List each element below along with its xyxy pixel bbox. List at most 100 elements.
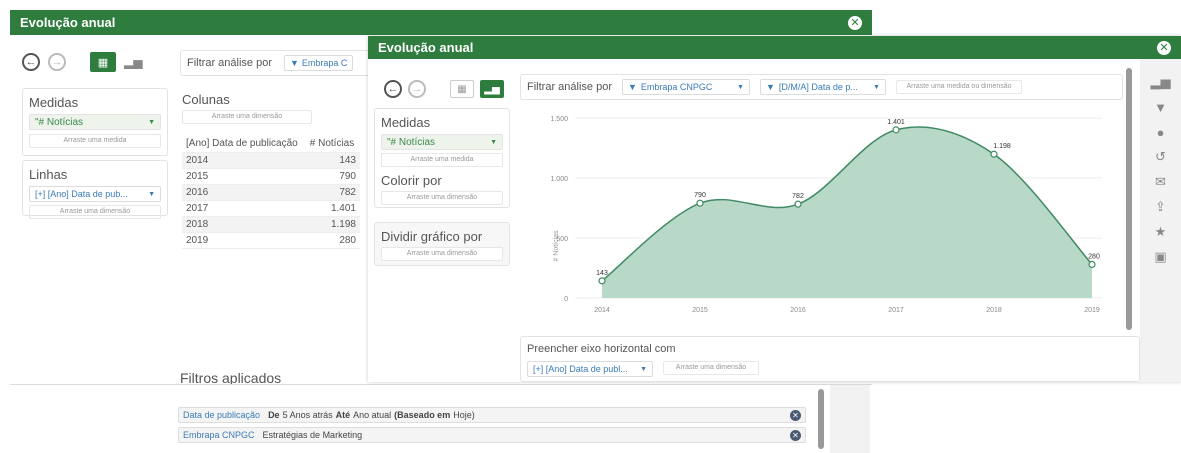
preencher-pill[interactable]: [+] [Ano] Data de publ... ▼ <box>527 361 653 377</box>
chart-view-icon[interactable]: ▂▅ <box>124 55 142 69</box>
remove-filter-icon[interactable]: ✕ <box>790 409 801 421</box>
chart-y-axis-label: # Notícias <box>553 230 560 262</box>
chart-data-label: 1.198 <box>993 143 1011 150</box>
chevron-down-icon: ▼ <box>640 365 647 373</box>
chart-data-label: 1.401 <box>887 119 905 126</box>
table-row: 2014 143 <box>182 152 360 169</box>
chevron-down-icon: ▼ <box>148 190 155 198</box>
table-cell: 143 <box>305 152 360 169</box>
front-colorir-title: Colorir por <box>381 173 442 188</box>
back-toolbar: ← → ▦ ▂▅ <box>22 52 142 72</box>
applied-filter-row[interactable]: Embrapa CNPGC Estratégias de Marketing ✕ <box>178 427 806 443</box>
table-cell: 2014 <box>182 152 306 169</box>
front-window-close-icon[interactable]: ✕ <box>1157 40 1171 55</box>
app-root: Evolução anual ✕ ← → ▦ ▂▅ Filtrar anális… <box>0 0 1181 453</box>
chart-y-tick-label: 1.500 <box>550 116 568 123</box>
back-colunas-drop[interactable]: Arraste uma dimensão <box>182 110 312 124</box>
chevron-down-icon: ▼ <box>873 83 880 91</box>
table-row: 2018 1.198 <box>182 216 360 233</box>
back-window-close-icon[interactable]: ✕ <box>848 15 862 30</box>
front-filter-drop[interactable]: Arraste uma medida ou dimensão <box>895 80 1022 94</box>
back-arrow-icon[interactable]: ← <box>384 80 402 98</box>
front-medidas-title: Medidas <box>381 115 431 130</box>
star-icon[interactable]: ★ <box>1150 221 1172 243</box>
chart-view-icon[interactable]: ▂▅ <box>480 80 504 98</box>
table-cell: 790 <box>305 168 360 185</box>
table-header-row: [Ano] Data de publicação # Notícias <box>182 136 360 153</box>
table-header-cell[interactable]: # Notícias <box>305 136 360 153</box>
info-icon[interactable]: ● <box>1150 121 1172 143</box>
chart-data-point[interactable] <box>990 150 998 158</box>
front-window-titlebar: Evolução anual ✕ <box>368 36 1181 59</box>
front-medidas-pill[interactable]: "# Notícias ▼ <box>381 134 503 150</box>
chart-type-icon[interactable]: ▂▅ <box>1150 71 1172 93</box>
front-colorir-drop[interactable]: Arraste uma dimensão <box>381 191 503 205</box>
undo-icon[interactable]: ↺ <box>1150 146 1172 168</box>
table-row: 2016 782 <box>182 184 360 201</box>
back-linhas-panel: Linhas [+] [Ano] Data de pub... ▼ Arrast… <box>22 160 168 219</box>
table-view-icon[interactable]: ▦ <box>90 52 116 72</box>
front-window-title: Evolução anual <box>378 40 474 55</box>
table-cell: 2016 <box>182 184 306 201</box>
area-chart: # Notícias 0 500 1.000 1.500 2014 2015 2016 20… <box>550 116 1102 314</box>
forward-arrow-icon[interactable]: → <box>48 53 66 71</box>
filter-icon[interactable]: ▼ <box>1150 96 1172 118</box>
front-filter-pill-1[interactable]: ▼ Embrapa CNPGC ▼ <box>621 79 750 95</box>
back-linhas-pill[interactable]: [+] [Ano] Data de pub... ▼ <box>29 186 161 202</box>
funnel-icon: ▼ <box>627 82 637 92</box>
forward-arrow-icon[interactable]: → <box>408 80 426 98</box>
back-filter-label: Filtrar análise por <box>187 57 272 69</box>
back-colunas-area: Colunas Arraste uma dimensão <box>182 92 372 124</box>
table-header-cell[interactable]: [Ano] Data de publicação <box>182 136 306 153</box>
back-arrow-icon[interactable]: ← <box>22 53 40 71</box>
chart-x-tick-label: 2014 <box>594 307 610 314</box>
front-filter-label: Filtrar análise por <box>527 81 612 93</box>
remove-filter-icon[interactable]: ✕ <box>790 429 801 441</box>
back-medidas-drop[interactable]: Arraste uma medida <box>29 134 161 148</box>
chart-data-label: 280 <box>1088 253 1100 260</box>
chart-data-point[interactable] <box>598 277 606 285</box>
table-cell: 1.401 <box>305 200 360 217</box>
front-dividir-title: Dividir gráfico por <box>381 229 483 244</box>
back-filter-bar[interactable]: Filtrar análise por ▼ Embrapa C <box>180 50 380 76</box>
left-column-divider <box>368 268 518 382</box>
chart-x-tick-label: 2016 <box>790 307 806 314</box>
table-cell: 782 <box>305 184 360 201</box>
preencher-drop[interactable]: Arraste uma dimensão <box>663 361 759 375</box>
back-window-titlebar: Evolução anual ✕ <box>10 10 872 35</box>
front-medidas-panel: Medidas "# Notícias ▼ Arraste uma medida… <box>374 108 510 208</box>
back-linhas-drop[interactable]: Arraste uma dimensão <box>29 205 161 219</box>
mail-icon[interactable]: ✉ <box>1150 171 1172 193</box>
filtros-scrollbar[interactable] <box>818 389 824 449</box>
chart-data-label: 143 <box>596 270 608 277</box>
front-scrollbar[interactable] <box>1126 68 1132 330</box>
front-medidas-drop[interactable]: Arraste uma medida <box>381 153 503 167</box>
back-medidas-pill[interactable]: "# Notícias ▼ <box>29 114 161 130</box>
back-filter-pill[interactable]: ▼ Embrapa C <box>283 55 354 71</box>
filter-field: Data de publicação <box>183 410 261 420</box>
filtros-panel: Data de publicação De 5 Anos atrás Até A… <box>10 384 872 453</box>
filter-field: Embrapa CNPGC <box>183 430 255 440</box>
front-filter-pill-2[interactable]: ▼ [D/M/A] Data de p... ▼ <box>759 79 886 95</box>
data-table: [Ano] Data de publicação # Notícias 2014… <box>182 136 360 249</box>
front-dividir-drop[interactable]: Arraste uma dimensão <box>381 247 503 261</box>
front-filter-bar[interactable]: Filtrar análise por ▼ Embrapa CNPGC ▼ ▼ [D/… <box>520 74 1123 100</box>
lock-icon[interactable]: ▣ <box>1150 246 1172 268</box>
chevron-down-icon: ▼ <box>737 83 744 91</box>
table-view-icon[interactable]: ▦ <box>450 80 474 98</box>
table-row: 2017 1.401 <box>182 200 360 217</box>
chevron-down-icon: ▼ <box>148 118 155 126</box>
chart-y-tick-label: 1.000 <box>550 176 568 183</box>
chart-data-point[interactable] <box>794 200 802 208</box>
preencher-panel: Preencher eixo horizontal com [+] [Ano] … <box>520 336 1140 382</box>
applied-filter-row[interactable]: Data de publicação De 5 Anos atrás Até A… <box>178 407 806 423</box>
back-window-title: Evolução anual <box>20 15 116 30</box>
chart-data-point[interactable] <box>892 126 900 134</box>
table-cell: 2017 <box>182 200 306 217</box>
chart-data-point[interactable] <box>1088 260 1096 268</box>
table-cell: 2015 <box>182 168 306 185</box>
share-icon[interactable]: ⇪ <box>1150 196 1172 218</box>
back-linhas-title: Linhas <box>29 167 68 182</box>
table-cell: 2018 <box>182 216 306 233</box>
chart-data-point[interactable] <box>696 199 704 207</box>
